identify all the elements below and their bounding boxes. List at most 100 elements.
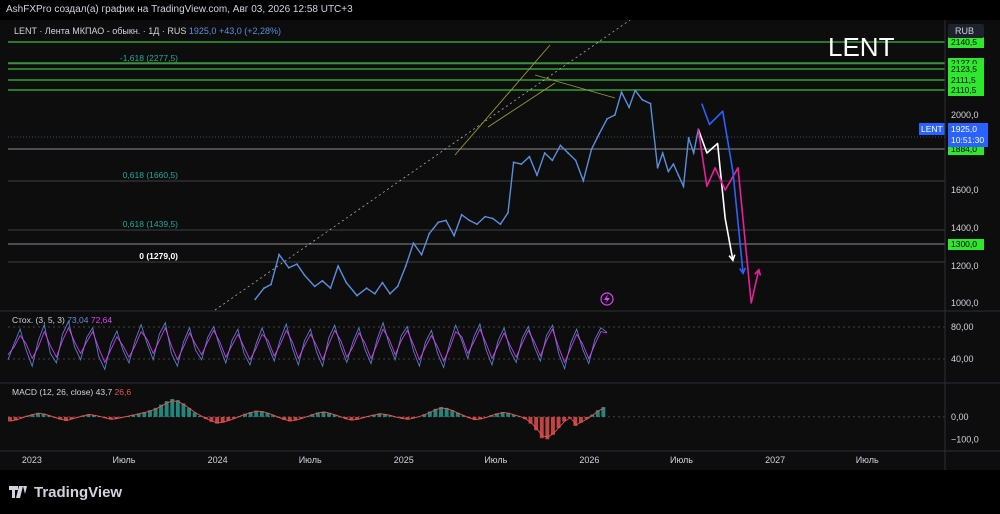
price-point (445, 219, 447, 222)
price-point (263, 287, 265, 290)
projection-path-pink (697, 129, 760, 304)
footer (0, 470, 1000, 514)
price-point (677, 174, 680, 177)
price-point (620, 91, 623, 94)
symbol-legend-price: 1925,0 (189, 26, 219, 36)
stoch-d-value: 72,64 (91, 315, 113, 325)
price-point (606, 117, 609, 120)
price-point (396, 285, 399, 288)
price-point (543, 152, 546, 154)
price-point (254, 298, 257, 301)
time-axis-tick: 2027 (765, 455, 785, 465)
price-point (512, 161, 515, 164)
price-point (661, 152, 664, 154)
time-axis-tick: 2023 (22, 455, 42, 465)
price-point (536, 174, 538, 177)
macd-axis-tick: −100,0 (951, 434, 979, 444)
ticker-watermark: LENT (828, 32, 895, 62)
macd-value: 43,7 (96, 387, 115, 397)
price-point (507, 211, 509, 214)
price-tag-symbol: LENT (921, 124, 943, 134)
time-axis-tick: Июль (299, 455, 322, 465)
price-axis-tick: 2000,0 (951, 110, 979, 120)
price-point (428, 232, 431, 235)
price-point (381, 281, 384, 284)
level-price-label: 2110,5 (951, 85, 977, 95)
price-point (356, 294, 358, 297)
time-axis-tick: Июль (856, 455, 879, 465)
time-axis-tick: 2026 (579, 455, 599, 465)
price-point (460, 213, 463, 216)
symbol-legend-change: +43,0 (+2,28%) (219, 26, 281, 36)
price-point (667, 170, 670, 173)
wedge-breakout-line (534, 74, 616, 99)
price-tag-value: 1925,0 (951, 124, 977, 134)
price-tag-countdown: 10:51:30 (951, 135, 984, 145)
time-axis-tick: Июль (670, 455, 693, 465)
price-point (329, 287, 332, 290)
tradingview-brand[interactable]: TradingView (34, 484, 122, 501)
stoch-legend: Стох. (3, 5, 3) 73,04 72,64 (12, 315, 112, 325)
price-axis-tick: 1200,0 (951, 261, 979, 271)
time-axis-tick: Июль (113, 455, 136, 465)
level-price-label: 2123,5 (951, 64, 977, 74)
stoch-axis-tick: 40,00 (951, 354, 974, 364)
price-point (389, 292, 391, 295)
price-point (598, 133, 600, 135)
price-point (404, 265, 407, 267)
time-axis[interactable]: 2023 Июль 2024 Июль 2025 Июль 2026 Июль 2027 Июль (22, 455, 879, 465)
price-point (614, 114, 616, 116)
fib-level-label: 0,618 (1439,5) (123, 219, 178, 229)
price-point (321, 279, 324, 282)
price-point (453, 234, 455, 237)
price-point (559, 144, 562, 147)
price-point (649, 102, 652, 105)
level-price-label: 1300,0 (951, 239, 977, 249)
price-point (687, 136, 690, 139)
macd-signal-line (10, 400, 605, 438)
time-axis-tick: Июль (484, 455, 507, 465)
price-point (590, 148, 593, 151)
macd-pane[interactable]: MACD (12, 26, close) 43,7 26,6 (8, 387, 945, 440)
price-point (270, 283, 272, 286)
symbol-legend-name: LENT · Лента МКПАО - обыкн. · 1Д · RUS (14, 26, 189, 36)
macd-histogram-bar (545, 416, 550, 440)
price-point (365, 287, 368, 290)
price-point (296, 263, 298, 265)
macd-histogram-bar (175, 400, 180, 417)
chart-area[interactable]: -1,618 (2277,5) 0,618 (1660,5) 0,618 (1439… (0, 20, 1000, 470)
price-point (574, 159, 577, 162)
price-point (528, 155, 531, 158)
price-point (628, 106, 630, 109)
price-point (420, 253, 423, 256)
stoch-k-value: 73,04 (67, 315, 91, 325)
price-point (582, 179, 585, 182)
symbol-legend: LENT · Лента МКПАО - обыкн. · 1Д · RUS 1… (14, 26, 281, 36)
price-series-line (254, 88, 699, 300)
stochastic-pane[interactable]: Стох. (3, 5, 3) 73,04 72,64 (7, 315, 945, 371)
level-price-label: 2111,5 (951, 75, 976, 85)
price-point (499, 223, 502, 226)
chart-header: AshFXPro создал(а) график на TradingView… (6, 4, 353, 15)
currency-badge: RUB (955, 26, 974, 36)
fib-level-label: -1,618 (2277,5) (120, 53, 178, 63)
macd-signal-value: 26,6 (115, 387, 132, 397)
price-point (520, 163, 523, 166)
price-axis-tick: 1600,0 (951, 185, 979, 195)
price-point (491, 217, 494, 220)
price-point (303, 274, 306, 277)
level-price-label: 2140,5 (951, 37, 977, 47)
wedge-upper-line (454, 44, 551, 156)
price-point (345, 281, 348, 284)
price-point (682, 185, 685, 188)
price-axis[interactable]: 2140,52127,02123,52111,52110,51884,01300… (919, 24, 988, 444)
price-point (567, 152, 569, 154)
time-axis-tick: 2024 (208, 455, 228, 465)
price-axis-tick: 1000,0 (951, 298, 979, 308)
price-point (484, 215, 486, 218)
price-point (672, 163, 675, 166)
time-axis-tick: 2025 (394, 455, 414, 465)
price-point (412, 242, 415, 245)
price-pane[interactable]: -1,618 (2277,5) 0,618 (1660,5) 0,618 (1439… (8, 20, 945, 311)
price-point (656, 166, 659, 169)
